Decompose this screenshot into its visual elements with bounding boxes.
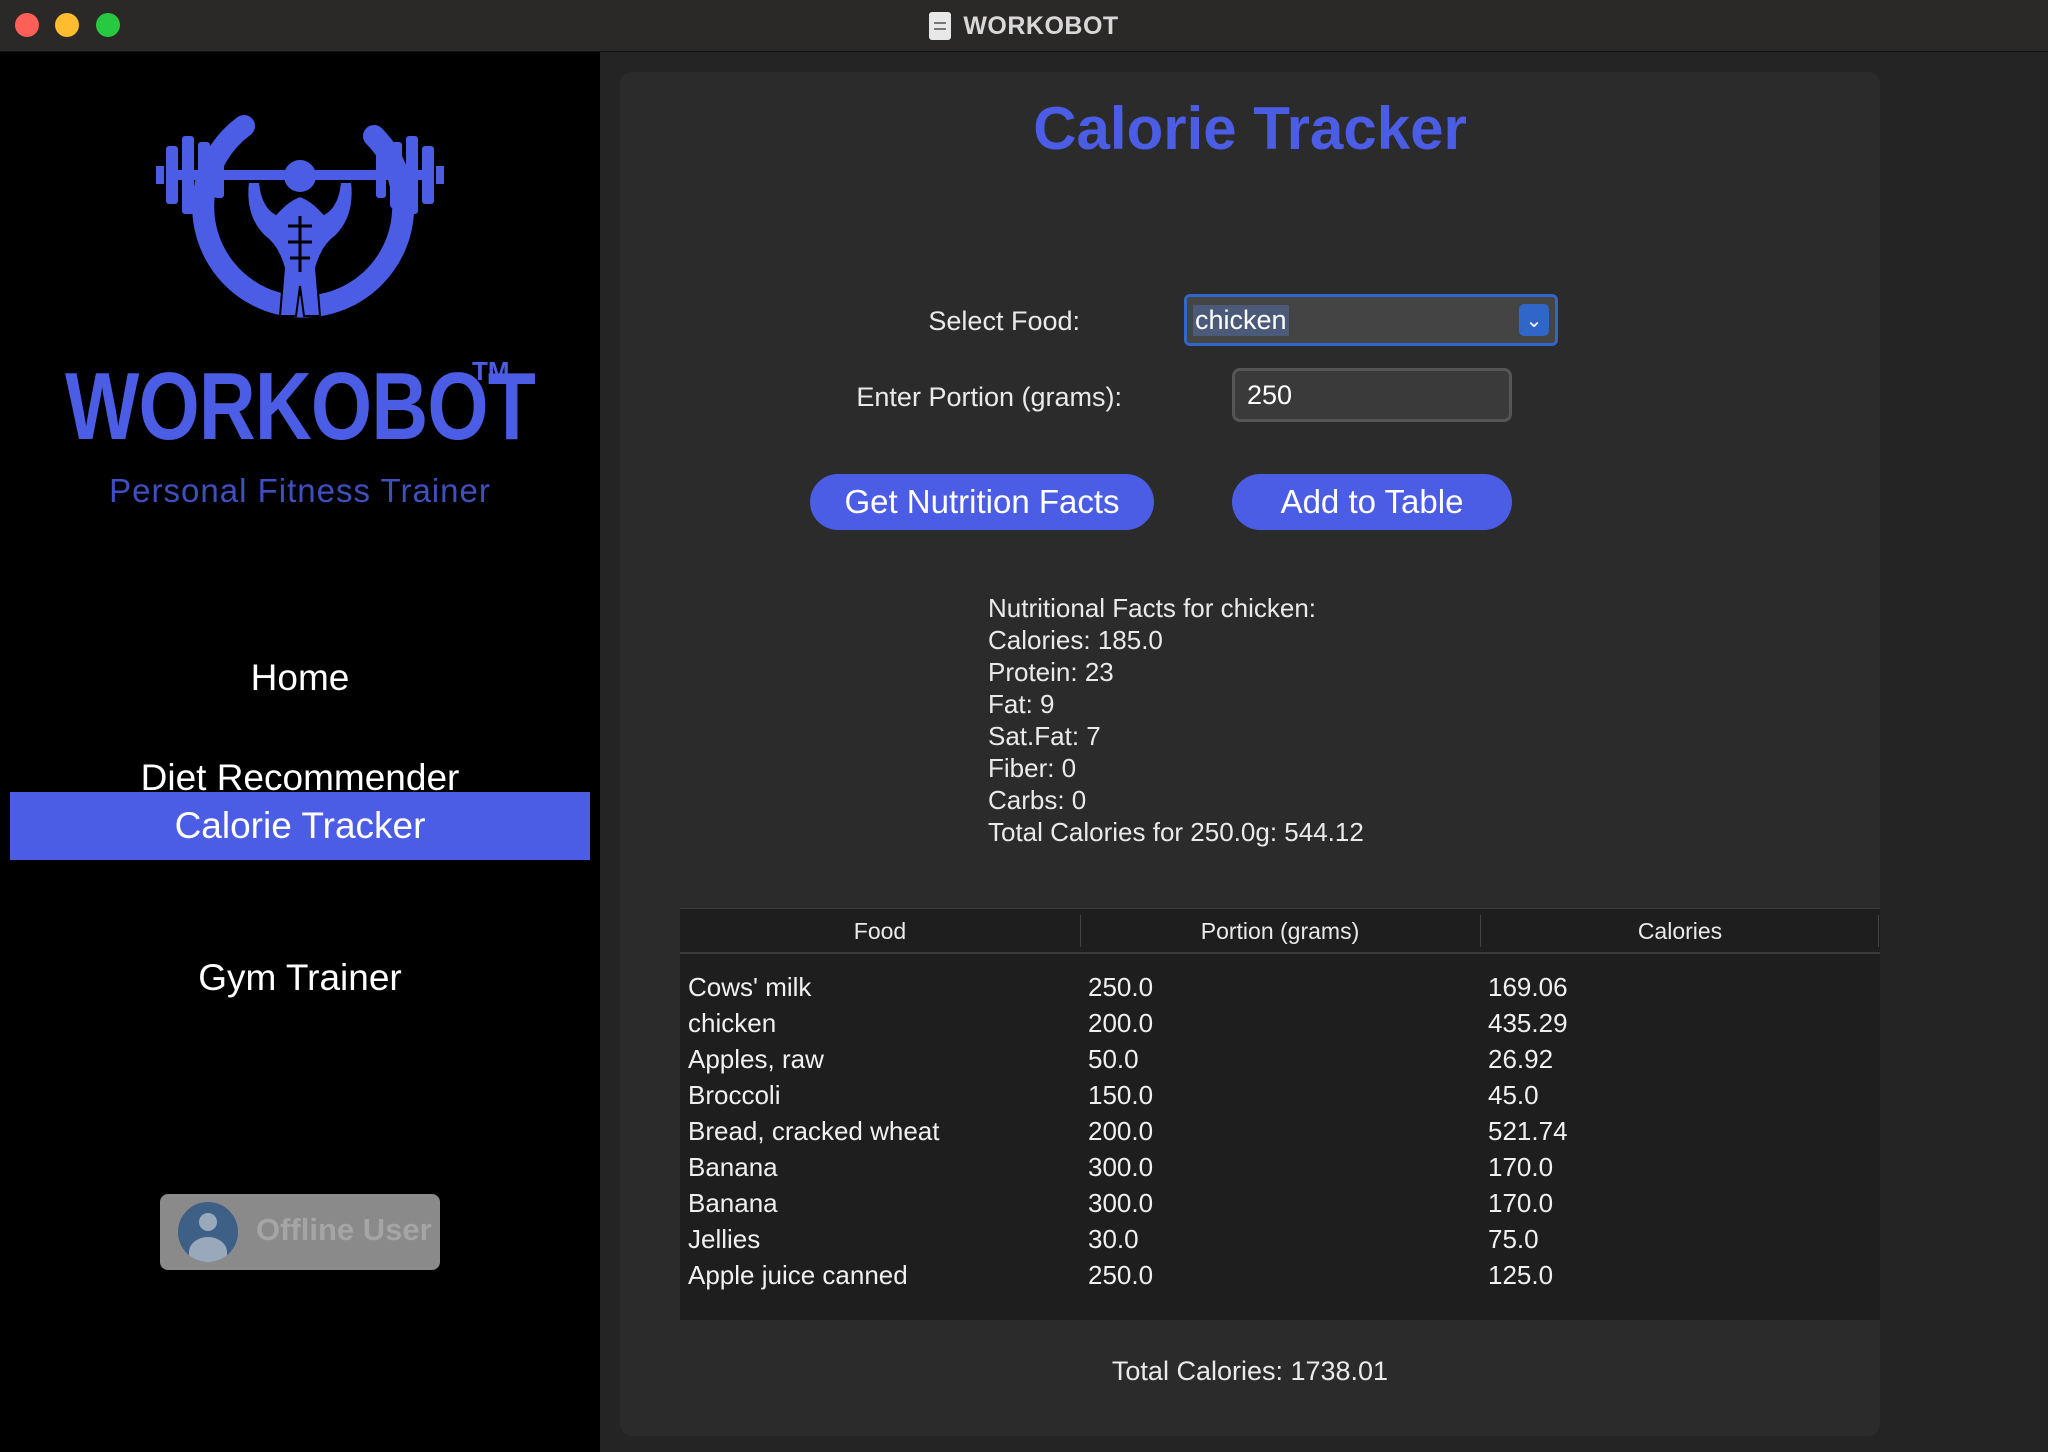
food-log-table: Food Portion (grams) Calories Cows' milk… <box>680 908 1880 1320</box>
cell-portion: 200.0 <box>1088 1008 1154 1038</box>
total-calories-label: Total Calories: 1738.01 <box>1111 1356 1389 1386</box>
bodybuilder-logo-icon <box>156 115 444 318</box>
brand-tagline: Personal Fitness Trainer <box>109 472 491 509</box>
sidebar: WORKOBOT TM Personal Fitness Trainer Hom… <box>0 52 600 1452</box>
cell-calories: 435.29 <box>1488 1008 1568 1038</box>
nav-gym-trainer[interactable]: Gym Trainer <box>10 944 590 1012</box>
column-header-food[interactable]: Food <box>680 909 1080 953</box>
facts-line: Sat.Fat: 7 <box>988 721 1101 751</box>
food-select-value[interactable]: chicken <box>1193 305 1289 336</box>
window-title: WORKOBOT <box>963 11 1119 40</box>
table-row[interactable]: Banana 300.0 170.0 <box>680 1150 1880 1186</box>
cell-calories: 170.0 <box>1488 1188 1554 1218</box>
nav-home[interactable]: Home <box>10 644 590 712</box>
cell-food: Jellies <box>688 1224 761 1254</box>
table-row[interactable]: Jellies 30.0 75.0 <box>680 1222 1880 1258</box>
nav-calorie-tracker[interactable]: Calorie Tracker <box>10 792 590 860</box>
select-food-label: Select Food: <box>928 306 1080 336</box>
cell-calories: 125.0 <box>1488 1260 1554 1290</box>
cell-food: Banana <box>688 1152 778 1182</box>
cell-portion: 300.0 <box>1088 1188 1154 1218</box>
cell-calories: 45.0 <box>1488 1080 1539 1110</box>
facts-line: Fiber: 0 <box>988 753 1077 783</box>
food-select-dropdown[interactable]: chicken ⌄ <box>1184 294 1558 346</box>
table-row[interactable]: Cows' milk 250.0 169.06 <box>680 970 1880 1006</box>
page-title: Calorie Tracker <box>1033 95 1467 162</box>
nutrition-facts-text: Nutritional Facts for chicken: Calories:… <box>988 592 1364 848</box>
cell-portion: 30.0 <box>1088 1224 1139 1254</box>
facts-line: Nutritional Facts for chicken: <box>988 593 1317 623</box>
cell-calories: 26.92 <box>1488 1044 1554 1074</box>
facts-line: Total Calories for 250.0g: 544.12 <box>988 817 1364 847</box>
calorie-tracker-panel: Calorie Tracker Select Food: chicken ⌄ E… <box>620 72 1880 1436</box>
add-to-table-button[interactable]: Add to Table <box>1232 474 1512 530</box>
portion-label: Enter Portion (grams): <box>856 382 1122 412</box>
cell-food: chicken <box>688 1008 777 1038</box>
portion-input[interactable] <box>1232 368 1512 422</box>
cell-calories: 521.74 <box>1488 1116 1568 1146</box>
cell-calories: 169.06 <box>1488 972 1568 1002</box>
facts-line: Carbs: 0 <box>988 785 1087 815</box>
document-icon <box>929 12 952 40</box>
facts-line: Calories: 185.0 <box>988 625 1163 655</box>
table-row[interactable]: Apples, raw 50.0 26.92 <box>680 1042 1880 1078</box>
cell-portion: 150.0 <box>1088 1080 1154 1110</box>
column-header-portion[interactable]: Portion (grams) <box>1080 909 1480 953</box>
cell-portion: 250.0 <box>1088 972 1154 1002</box>
table-row[interactable]: Banana 300.0 170.0 <box>680 1186 1880 1222</box>
table-body: Cows' milk 250.0 169.06 chicken 200.0 43… <box>680 970 1880 1294</box>
cell-food: Apple juice canned <box>688 1260 908 1290</box>
cell-food: Cows' milk <box>688 972 812 1002</box>
column-header-calories[interactable]: Calories <box>1480 909 1880 953</box>
table-row[interactable]: chicken 200.0 435.29 <box>680 1006 1880 1042</box>
get-nutrition-facts-button[interactable]: Get Nutrition Facts <box>810 474 1154 530</box>
cell-calories: 75.0 <box>1488 1224 1539 1254</box>
table-row[interactable]: Bread, cracked wheat 200.0 521.74 <box>680 1114 1880 1150</box>
cell-food: Banana <box>688 1188 778 1218</box>
user-profile-button[interactable]: Offline User <box>160 1194 440 1270</box>
window-titlebar: WORKOBOT <box>0 0 2048 52</box>
cell-portion: 50.0 <box>1088 1044 1139 1074</box>
cell-food: Broccoli <box>688 1080 781 1110</box>
user-name-label: Offline User <box>256 1212 432 1247</box>
cell-calories: 170.0 <box>1488 1152 1554 1182</box>
trademark-mark: TM <box>472 356 510 386</box>
table-header: Food Portion (grams) Calories <box>680 908 1880 954</box>
facts-line: Protein: 23 <box>988 657 1114 687</box>
cell-food: Bread, cracked wheat <box>688 1116 940 1146</box>
main-content: Calorie Tracker Select Food: chicken ⌄ E… <box>600 52 2048 1452</box>
facts-line: Fat: 9 <box>988 689 1055 719</box>
user-avatar-icon <box>178 1202 238 1262</box>
table-row[interactable]: Apple juice canned 250.0 125.0 <box>680 1258 1880 1294</box>
cell-portion: 200.0 <box>1088 1116 1154 1146</box>
cell-portion: 250.0 <box>1088 1260 1154 1290</box>
chevron-down-icon[interactable]: ⌄ <box>1519 304 1549 336</box>
cell-portion: 300.0 <box>1088 1152 1154 1182</box>
table-row[interactable]: Broccoli 150.0 45.0 <box>680 1078 1880 1114</box>
cell-food: Apples, raw <box>688 1044 824 1074</box>
